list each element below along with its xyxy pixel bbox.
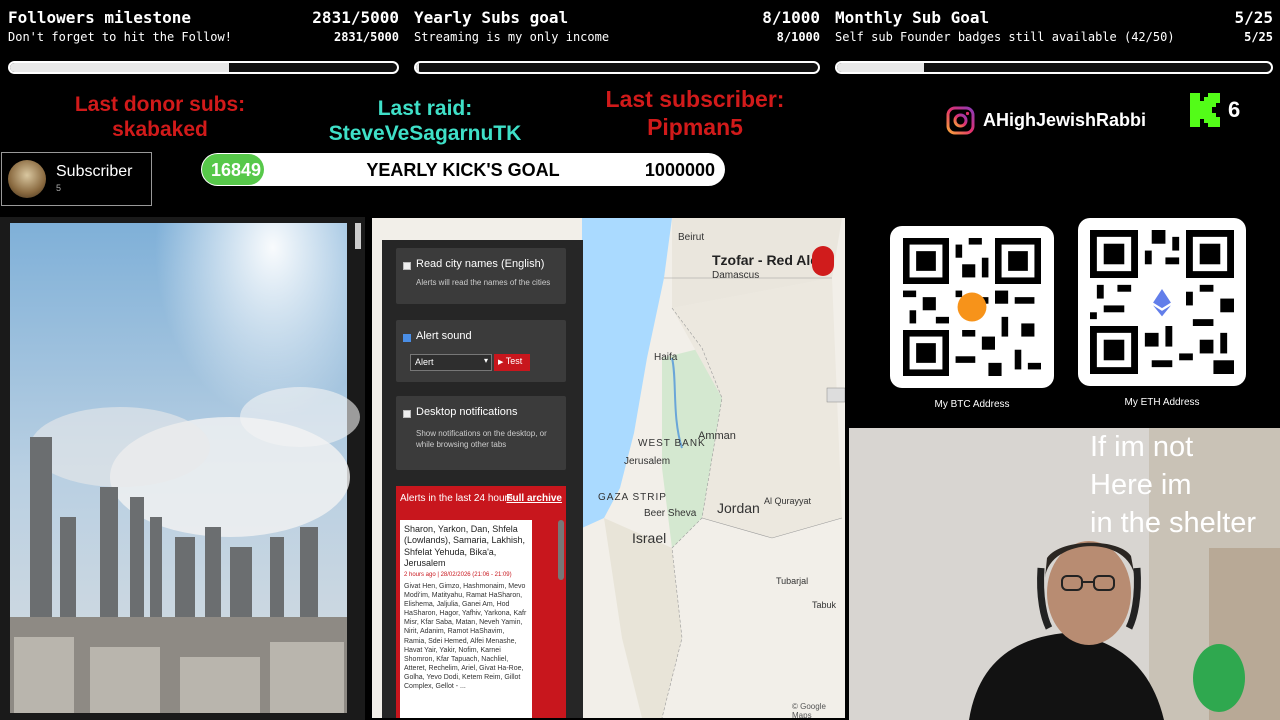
- chevron-down-icon: ▾: [483, 356, 488, 365]
- shelter-message: If im not Here im in the shelter: [1090, 428, 1280, 542]
- alert-sound-box: Alert sound Alert ▾ ▶ Test: [396, 320, 566, 382]
- kick-logo-icon: [1190, 93, 1220, 127]
- map-label: Jordan: [717, 500, 760, 516]
- goal-title: Yearly Subs goal: [414, 8, 569, 27]
- goal-subtitle: Self sub Founder badges still available …: [835, 30, 1175, 44]
- desktop-title: Desktop notifications: [416, 406, 518, 418]
- goal-progress-fill: [10, 63, 230, 72]
- goal-title-value: 8/1000: [762, 8, 820, 27]
- desktop-notifications-checkbox[interactable]: [403, 410, 411, 418]
- eth-qr-code: [1078, 218, 1246, 386]
- read-city-names-box: Read city names (English) Alerts will re…: [396, 248, 566, 304]
- goal-progress-bar: [8, 61, 399, 74]
- alert-time: 2 hours ago | 28/02/2026 (21:06 - 21:09): [404, 572, 512, 578]
- btc-label: My BTC Address: [934, 399, 1010, 410]
- last-subscriber-name: Pipman5: [647, 113, 743, 140]
- alert-list: Sharon, Yarkon, Dan, Shfela (Lowlands), …: [396, 514, 566, 718]
- map-label: Tabuk: [812, 600, 837, 610]
- goal-title: Followers milestone: [8, 8, 192, 27]
- kick-count: 6: [1228, 97, 1241, 122]
- goal-subtitle: Streaming is my only income: [414, 30, 610, 44]
- play-icon: ▶: [498, 359, 504, 366]
- goal-title: Monthly Sub Goal: [835, 8, 990, 27]
- last-raid-name: SteveVeSagarnuTK: [328, 122, 522, 146]
- map-attribution: © Google Maps: [792, 702, 826, 718]
- alerts-header: Alerts in the last 24 hours Full archive: [396, 486, 566, 514]
- full-archive-link[interactable]: Full archive: [506, 493, 562, 504]
- last-subscriber: Last subscriber: Pipman5: [570, 86, 820, 141]
- alert-item: Sharon, Yarkon, Dan, Shfela (Lowlands), …: [400, 520, 532, 718]
- subscriber-card: Subscriber 5: [1, 152, 152, 206]
- goal-title-value: 5/25: [1234, 8, 1273, 27]
- desktop-desc: Show notifications on the desktop, or wh…: [416, 429, 547, 450]
- instagram-handle: AHighJewishRabbi: [983, 110, 1147, 130]
- map-label: Beer Sheva: [644, 508, 697, 519]
- last-raid: Last raid: SteveVeSagarnuTK: [305, 96, 545, 146]
- shelter-line: If im not: [1090, 431, 1194, 463]
- alert-sound-select[interactable]: Alert ▾: [410, 354, 492, 371]
- read-names-title: Read city names (English): [416, 258, 545, 270]
- eth-label: My ETH Address: [1124, 397, 1200, 408]
- map-label: Damascus: [712, 270, 760, 281]
- alert-cities: Givat Hen, Gimzo, Hashmonaim, Mevo Modi'…: [404, 583, 527, 691]
- subscriber-avatar: [8, 160, 46, 198]
- map-label: WEST BANK: [638, 438, 706, 449]
- goal-progress-bar: [835, 61, 1273, 74]
- alerts-header-title: Alerts in the last 24 hours: [400, 493, 513, 504]
- alert-sound-checkbox[interactable]: [403, 334, 411, 342]
- last-donor-label: Last donor subs:: [74, 93, 246, 116]
- followers-goal: Followers milestone 2831/5000 Don't forg…: [8, 6, 399, 78]
- alert-regions: Sharon, Yarkon, Dan, Shfela (Lowlands), …: [404, 524, 526, 568]
- goal-subtitle-value: 2831/5000: [333, 30, 399, 44]
- alert-list-scrollbar[interactable]: [558, 520, 564, 580]
- last-donor-name: skabaked: [112, 118, 208, 142]
- map-label: Israel: [632, 530, 667, 546]
- alert-sound-select-value: Alert: [415, 357, 434, 367]
- instagram-icon: [946, 106, 975, 135]
- desktop-notifications-box: Desktop notifications Show notifications…: [396, 396, 566, 470]
- subscriber-label: Subscriber: [56, 163, 133, 180]
- read-names-desc: Alerts will read the names of the cities: [416, 278, 551, 287]
- map-label: Jerusalem: [624, 456, 671, 467]
- goal-progress-fill: [837, 63, 924, 72]
- kick-badge: 6: [1190, 93, 1250, 127]
- btc-qr-pattern: [903, 238, 1041, 376]
- map-label: GAZA STRIP: [598, 492, 667, 503]
- read-names-checkbox[interactable]: [403, 262, 411, 270]
- kick-goal-target: 1000000: [644, 160, 715, 180]
- alert-settings-sidebar: Read city names (English) Alerts will re…: [382, 240, 583, 718]
- goal-subtitle-value: 5/25: [1244, 30, 1273, 44]
- webcam-feed: If im not Here im in the shelter: [849, 428, 1280, 720]
- city-camera-feed: [0, 217, 365, 720]
- goal-progress-bar: [414, 61, 820, 74]
- eth-qr-pattern: [1090, 230, 1234, 374]
- last-donor: Last donor subs: skabaked: [40, 92, 280, 142]
- map-label: Beirut: [678, 232, 705, 243]
- alert-sound-title: Alert sound: [416, 330, 472, 342]
- shelter-line: in the shelter: [1090, 507, 1257, 539]
- shelter-line: Here im: [1090, 469, 1192, 501]
- map-label: Tubarjal: [776, 576, 809, 586]
- last-raid-label: Last raid:: [377, 97, 473, 120]
- monthly-sub-goal: Monthly Sub Goal 5/25 Self sub Founder b…: [835, 6, 1273, 78]
- map-label: Al Qurayyat: [764, 496, 812, 506]
- goal-progress-fill: [416, 63, 420, 72]
- red-alert-panel: Tzofar - Red Alert Beirut Damascus Haifa…: [372, 218, 845, 718]
- btc-qr-code: [890, 226, 1054, 388]
- kick-goal-bar: 16849 YEARLY KICK'S GOAL 1000000: [201, 153, 725, 186]
- map-label: Amman: [698, 430, 736, 442]
- goal-subtitle-value: 8/1000: [776, 30, 820, 44]
- subscriber-count: 5: [56, 183, 62, 193]
- test-label: Test: [505, 356, 523, 366]
- map-label: Haifa: [654, 352, 678, 363]
- test-sound-button[interactable]: ▶ Test: [494, 354, 530, 371]
- yearly-subs-goal: Yearly Subs goal 8/1000 Streaming is my …: [414, 6, 820, 78]
- last-subscriber-label: Last subscriber:: [605, 86, 785, 112]
- goal-title-value: 2831/5000: [312, 8, 399, 27]
- goal-subtitle: Don't forget to hit the Follow!: [8, 30, 232, 44]
